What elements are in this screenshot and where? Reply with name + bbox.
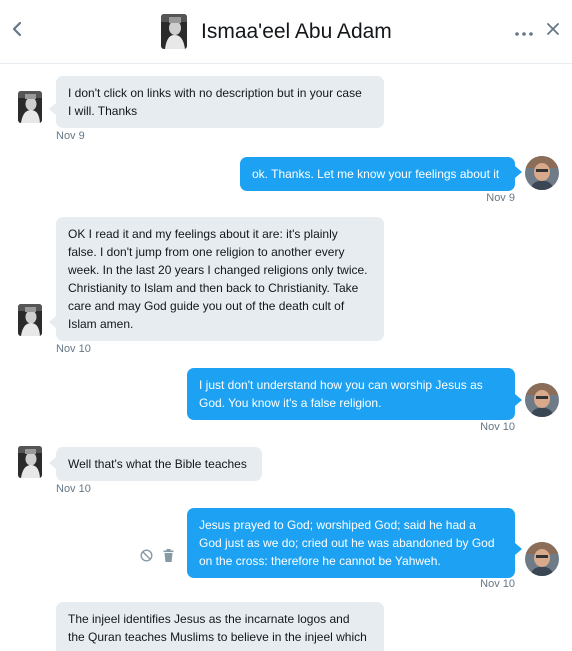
message-line: false. I don't jump from one religion to…: [68, 245, 345, 259]
message-line: Christianity to Islam and then back to C…: [68, 281, 359, 295]
message-line: week. In the last 20 years I changed rel…: [68, 263, 368, 277]
avatar[interactable]: [18, 446, 42, 478]
bubble-tail: [49, 316, 56, 328]
message-line: I will. Thanks: [68, 104, 138, 118]
bubble-tail: [515, 394, 522, 406]
message-line: The injeel identifies Jesus as the incar…: [68, 612, 350, 626]
message-timestamp: Nov 10: [480, 421, 515, 433]
message-bubble-outgoing[interactable]: ok. Thanks. Let me know your feelings ab…: [240, 157, 515, 191]
avatar[interactable]: [525, 383, 559, 417]
close-icon: [547, 22, 559, 40]
delete-button[interactable]: [161, 549, 175, 567]
avatar[interactable]: [161, 14, 187, 49]
message-timestamp: Nov 9: [56, 130, 85, 142]
message-bubble-outgoing[interactable]: Jesus prayed to God; worshiped God; said…: [187, 508, 515, 578]
avatar[interactable]: [525, 156, 559, 190]
bubble-tail: [49, 103, 56, 115]
message-line: on the cross: therefore he cannot be Yah…: [199, 554, 441, 568]
message-line: the Quran teaches Muslims to believe in …: [68, 630, 367, 644]
message-line: Islam amen.: [68, 317, 134, 331]
message-bubble-incoming[interactable]: I don't click on links with no descripti…: [56, 76, 384, 128]
message-bubble-incoming[interactable]: Well that's what the Bible teaches: [56, 447, 262, 481]
bubble-tail: [49, 457, 56, 469]
message-bubble-incoming[interactable]: OK I read it and my feelings about it ar…: [56, 217, 384, 341]
chevron-left-icon: [11, 21, 23, 42]
message-line: Jesus prayed to God; worshiped God; said…: [199, 518, 476, 532]
message-line: God. You know it's a false religion.: [199, 396, 382, 410]
message-line: Well that's what the Bible teaches: [68, 457, 247, 471]
block-icon: [139, 549, 153, 567]
avatar[interactable]: [18, 304, 42, 336]
report-button[interactable]: [139, 549, 153, 567]
trash-icon: [163, 549, 174, 567]
message-line: ok. Thanks. Let me know your feelings ab…: [252, 167, 500, 181]
message-bubble-incoming[interactable]: The injeel identifies Jesus as the incar…: [56, 602, 384, 651]
page-title: Ismaa'eel Abu Adam: [201, 20, 392, 43]
message-list[interactable]: I don't click on links with no descripti…: [0, 65, 572, 651]
message-timestamp: Nov 10: [480, 578, 515, 590]
message-line: care and may God guide you out of the de…: [68, 299, 345, 313]
message-timestamp: Nov 10: [56, 483, 91, 495]
avatar[interactable]: [18, 91, 42, 123]
ellipsis-icon: [515, 23, 533, 41]
message-bubble-outgoing[interactable]: I just don't understand how you can wors…: [187, 368, 515, 420]
message-line: God just as we do; cried out he was aban…: [199, 536, 495, 550]
message-line: I don't click on links with no descripti…: [68, 86, 362, 100]
message-timestamp: Nov 9: [486, 192, 515, 204]
message-line: I just don't understand how you can wors…: [199, 378, 483, 392]
back-button[interactable]: [6, 18, 28, 44]
bubble-tail: [515, 543, 522, 555]
more-options-button[interactable]: [513, 22, 535, 42]
conversation-header: Ismaa'eel Abu Adam: [0, 0, 572, 64]
close-button[interactable]: [542, 20, 564, 42]
message-line: OK I read it and my feelings about it ar…: [68, 227, 338, 241]
message-timestamp: Nov 10: [56, 343, 91, 355]
avatar[interactable]: [525, 542, 559, 576]
bubble-tail: [515, 166, 522, 178]
